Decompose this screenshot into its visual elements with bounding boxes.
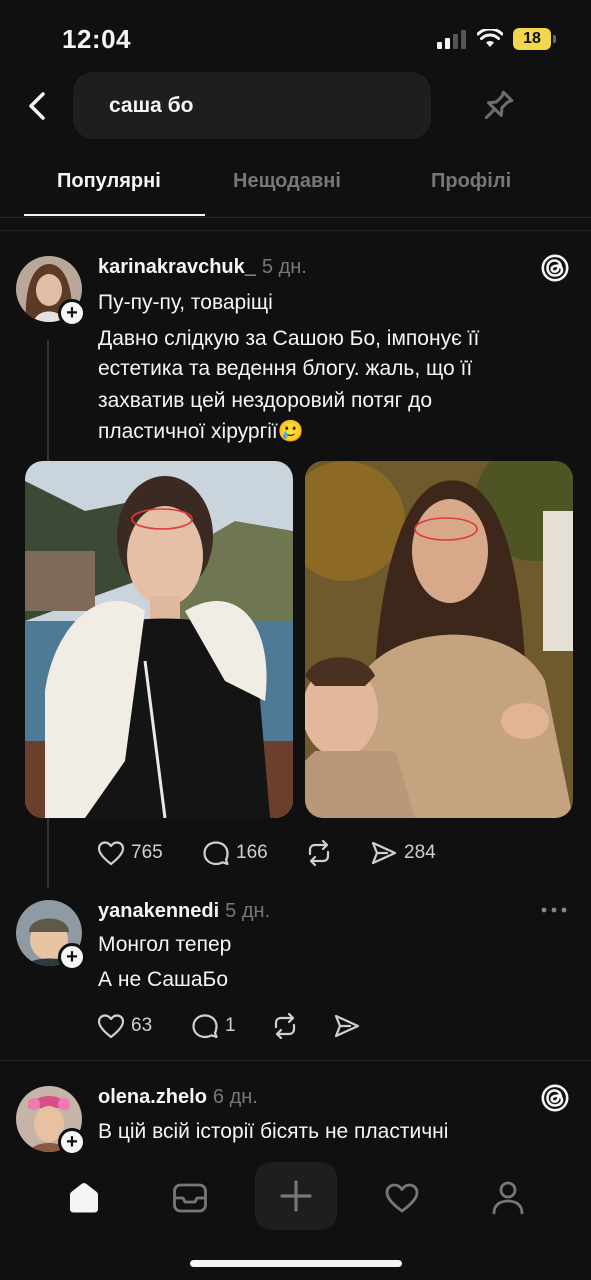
post-line: Пу-пу-пу, товаріщі [98, 291, 273, 314]
post-line: захватив цей нездоровий потяг до [98, 389, 433, 412]
repost-button[interactable] [305, 840, 333, 866]
comment-button[interactable]: 166 [202, 840, 268, 866]
tab-profiles[interactable]: Профілі [431, 170, 511, 193]
follow-button[interactable]: + [58, 943, 86, 971]
tab-active-indicator [24, 214, 205, 216]
plus-icon [280, 1180, 312, 1212]
share-count: 284 [404, 842, 436, 863]
comment-button[interactable]: 1 [191, 1013, 236, 1039]
search-box[interactable] [73, 72, 431, 139]
comment-icon [203, 841, 229, 866]
home-icon [70, 1183, 98, 1213]
battery-icon: 18 [513, 28, 556, 50]
status-time: 12:04 [62, 24, 131, 54]
nav-activity[interactable] [372, 1170, 432, 1226]
search-tabs: Популярні Нещодавні Профілі [0, 150, 591, 218]
profile-icon [492, 1181, 524, 1215]
share-button[interactable]: 284 [370, 840, 436, 866]
tab-recent[interactable]: Нещодавні [233, 170, 341, 193]
heart-icon [385, 1183, 419, 1213]
repost-button[interactable] [271, 1013, 299, 1039]
tab-popular[interactable]: Популярні [57, 170, 161, 193]
username[interactable]: karinakravchuk_ [98, 256, 256, 278]
post-header: olena.zhelo 6 дн. [98, 1086, 258, 1109]
wifi-icon [477, 29, 503, 47]
post-photo[interactable] [305, 461, 573, 818]
repost-icon [274, 1013, 296, 1039]
post-photo[interactable] [25, 461, 293, 818]
post-header: karinakravchuk_ 5 дн. [98, 256, 307, 279]
threads-icon[interactable] [541, 254, 569, 282]
post-time: 5 дн. [225, 900, 271, 922]
like-count: 765 [131, 842, 163, 863]
home-indicator [190, 1260, 402, 1267]
pin-button[interactable] [476, 86, 518, 128]
back-button[interactable] [20, 86, 54, 126]
heart-icon [97, 841, 125, 866]
follow-button[interactable]: + [58, 299, 86, 327]
pin-icon [484, 90, 514, 120]
post-line: А не СашаБо [98, 968, 229, 991]
comment-icon [192, 1014, 218, 1039]
search-header [0, 72, 591, 140]
repost-icon [308, 840, 330, 866]
status-bar: 12:04 18 [0, 0, 591, 72]
post-line: В цій всій історії бісять не пластичні [98, 1120, 449, 1143]
nav-create[interactable] [255, 1162, 337, 1230]
nav-profile[interactable] [478, 1170, 538, 1226]
signal-icon [437, 30, 466, 49]
share-button[interactable] [333, 1013, 361, 1039]
username[interactable]: yanakennedi [98, 900, 219, 922]
post-time: 5 дн. [261, 256, 307, 278]
post-time: 6 дн. [212, 1086, 258, 1108]
post-header: yanakennedi 5 дн. [98, 900, 270, 923]
post-line: Давно слідкую за Сашою Бо, імпонує її [98, 327, 480, 350]
like-button[interactable]: 765 [97, 840, 163, 866]
inbox-icon [173, 1183, 207, 1213]
back-icon [29, 92, 45, 120]
threads-icon[interactable] [541, 1084, 569, 1112]
send-icon [334, 1014, 360, 1038]
divider [0, 230, 591, 231]
status-icons: 18 [437, 28, 556, 50]
post-line: пластичної хірургії🥲 [98, 420, 304, 443]
username[interactable]: olena.zhelo [98, 1086, 207, 1108]
follow-button[interactable]: + [58, 1128, 86, 1156]
more-icon[interactable] [540, 900, 568, 920]
heart-icon [97, 1014, 125, 1039]
post-divider [0, 1060, 591, 1061]
nav-inbox[interactable] [160, 1170, 220, 1226]
post-line: естетика та ведення блогу. жаль, що її [98, 357, 473, 380]
like-button[interactable]: 63 [97, 1013, 152, 1039]
comment-count: 166 [236, 842, 268, 863]
send-icon [371, 841, 397, 865]
search-input[interactable] [109, 93, 431, 118]
like-count: 63 [131, 1015, 153, 1036]
nav-home[interactable] [54, 1170, 114, 1226]
comment-count: 1 [225, 1015, 236, 1036]
post-line: Монгол тепер [98, 933, 232, 956]
